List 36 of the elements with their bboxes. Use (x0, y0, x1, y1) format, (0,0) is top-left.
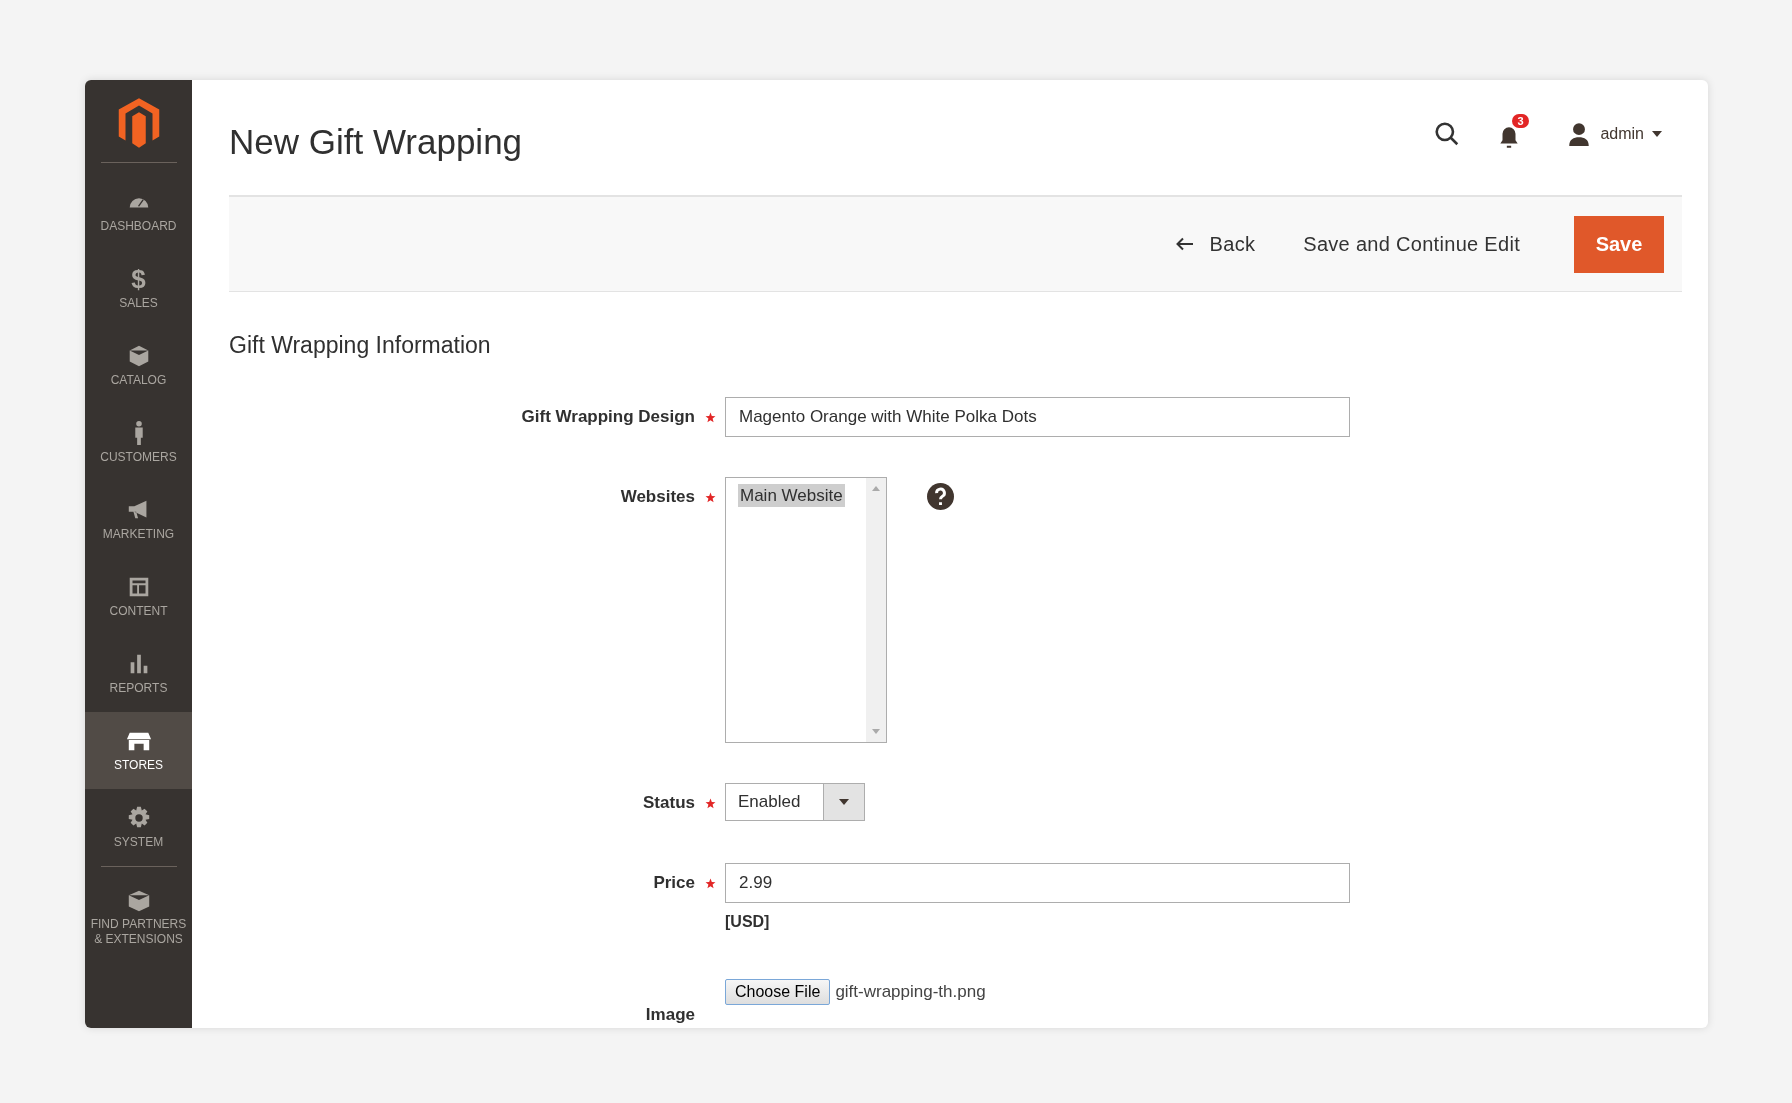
sidebar-item[interactable]: SYSTEM (85, 789, 192, 866)
sidebar-item[interactable]: CATALOG (85, 327, 192, 404)
field-label: Gift Wrapping Design (521, 407, 695, 427)
sidebar-item[interactable]: DASHBOARD (85, 173, 192, 250)
notification-count: 3 (1512, 113, 1529, 128)
field-label: Websites (620, 487, 695, 507)
field-label: Status (643, 793, 695, 813)
section-title: Gift Wrapping Information (229, 332, 492, 359)
currency-note: [USD] (725, 913, 771, 931)
sidebar-item[interactable]: STORES (85, 712, 192, 789)
sidebar-item[interactable]: $ SALES (85, 250, 192, 327)
sidebar-item[interactable]: FIND PARTNERS & EXTENSIONS (85, 877, 192, 957)
sidebar-item[interactable]: MARKETING (85, 481, 192, 558)
person-icon (133, 420, 144, 446)
save-continue-button[interactable]: Save and Continue Edit (1289, 224, 1534, 264)
sidebar-item[interactable]: CONTENT (85, 558, 192, 635)
list-option[interactable]: Main Website (738, 484, 845, 507)
help-icon[interactable] (927, 483, 954, 510)
page-title: New Gift Wrapping (229, 121, 523, 162)
field-label: Image (645, 1005, 695, 1025)
field-label: Price (653, 873, 695, 893)
file-name: gift-wrapping-th.png (835, 982, 986, 1002)
caret-icon[interactable] (1652, 130, 1662, 137)
arrow-left-icon (1175, 237, 1194, 251)
back-button[interactable]: Back (1161, 224, 1270, 264)
text-field[interactable]: 2.99 (725, 863, 1350, 903)
choose-file-button[interactable]: Choose File (725, 979, 831, 1005)
save-button[interactable]: Save (1574, 215, 1664, 273)
sidebar-item[interactable]: CUSTOMERS (85, 404, 192, 481)
status-select[interactable]: Enabled (725, 783, 865, 821)
caret-icon (839, 799, 849, 805)
search-icon[interactable] (1434, 120, 1461, 147)
sidebar-item[interactable]: REPORTS (85, 635, 192, 712)
user-name[interactable]: admin (1600, 124, 1644, 143)
websites-listbox[interactable]: Main Website (725, 477, 887, 743)
text-field[interactable]: Magento Orange with White Polka Dots (725, 397, 1350, 437)
